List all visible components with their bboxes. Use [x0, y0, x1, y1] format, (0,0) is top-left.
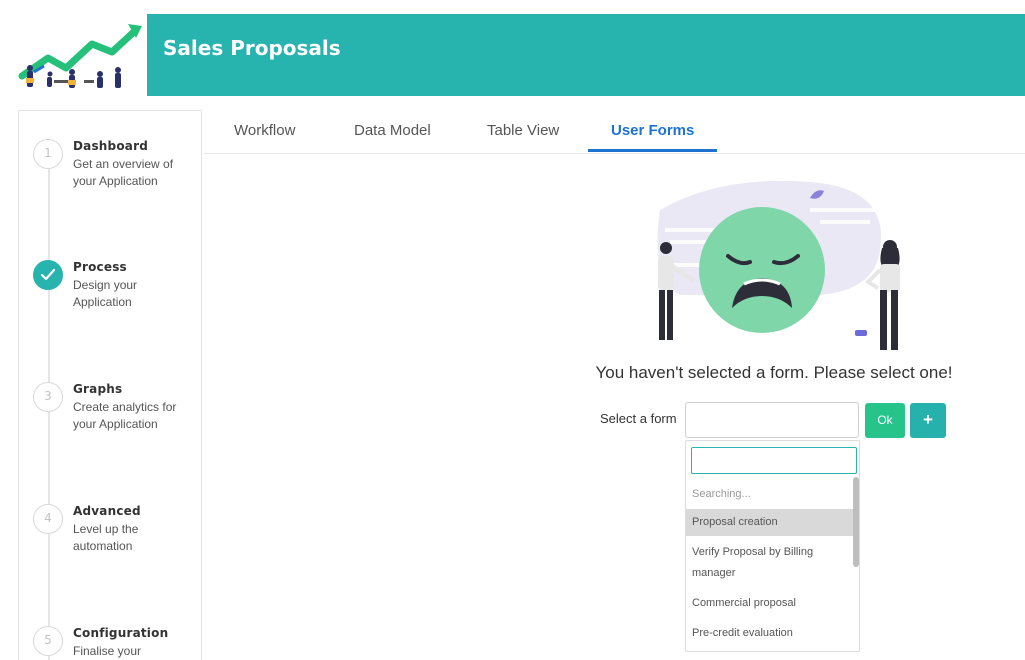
step-description: Create analytics for your Application	[73, 400, 177, 431]
step-title: Graphs	[73, 382, 123, 396]
check-icon	[33, 260, 63, 290]
step-description: Level up the automation	[73, 522, 139, 553]
tab-bar: Workflow Data Model Table View User Form…	[204, 112, 1025, 154]
empty-state-message: You haven't selected a form. Please sele…	[595, 363, 953, 382]
tab-data-model[interactable]: Data Model	[354, 122, 431, 147]
app-logo	[14, 14, 144, 96]
form-dropdown: Searching... Proposal creation Verify Pr…	[685, 440, 860, 652]
app-title: Sales Proposals	[163, 36, 341, 60]
step-description: Design your Application	[73, 278, 138, 309]
dropdown-scrollbar[interactable]	[853, 477, 859, 567]
dropdown-option[interactable]: Commercial proposal	[686, 587, 853, 617]
dropdown-status: Searching...	[692, 488, 751, 500]
step-number-badge: 4	[33, 504, 63, 534]
step-description: Get an overview of your Application	[73, 157, 174, 188]
dropdown-search-input[interactable]	[691, 447, 857, 474]
step-title: Configuration	[73, 626, 169, 640]
tab-table-view[interactable]: Table View	[487, 122, 559, 147]
step-description: Finalise your	[73, 644, 142, 658]
step-title: Advanced	[73, 504, 141, 518]
tab-workflow[interactable]: Workflow	[234, 122, 295, 147]
sales-growth-illustration	[18, 24, 142, 88]
step-title: Process	[73, 260, 127, 274]
step-number-badge: 1	[33, 139, 63, 169]
dropdown-options: Proposal creation Verify Proposal by Bil…	[686, 509, 853, 647]
dropdown-option[interactable]: Verify Proposal by Billing manager	[686, 536, 853, 587]
tab-user-forms[interactable]: User Forms	[611, 122, 694, 147]
active-tab-indicator	[588, 149, 717, 152]
form-select[interactable]	[685, 402, 859, 438]
add-form-button[interactable]: +	[910, 403, 946, 438]
select-form-label: Select a form	[600, 411, 677, 426]
dropdown-option[interactable]: Proposal creation	[686, 509, 853, 536]
step-title: Dashboard	[73, 139, 148, 153]
dropdown-option[interactable]: Pre-credit evaluation	[686, 617, 853, 647]
sad-face-illustration	[640, 170, 910, 365]
step-number-badge: 3	[33, 382, 63, 412]
ok-button[interactable]: Ok	[865, 403, 905, 438]
step-number-badge: 5	[33, 626, 63, 656]
steps-sidebar: 1 Dashboard Get an overview of your Appl…	[18, 110, 202, 660]
header-banner: Sales Proposals	[147, 14, 1025, 96]
